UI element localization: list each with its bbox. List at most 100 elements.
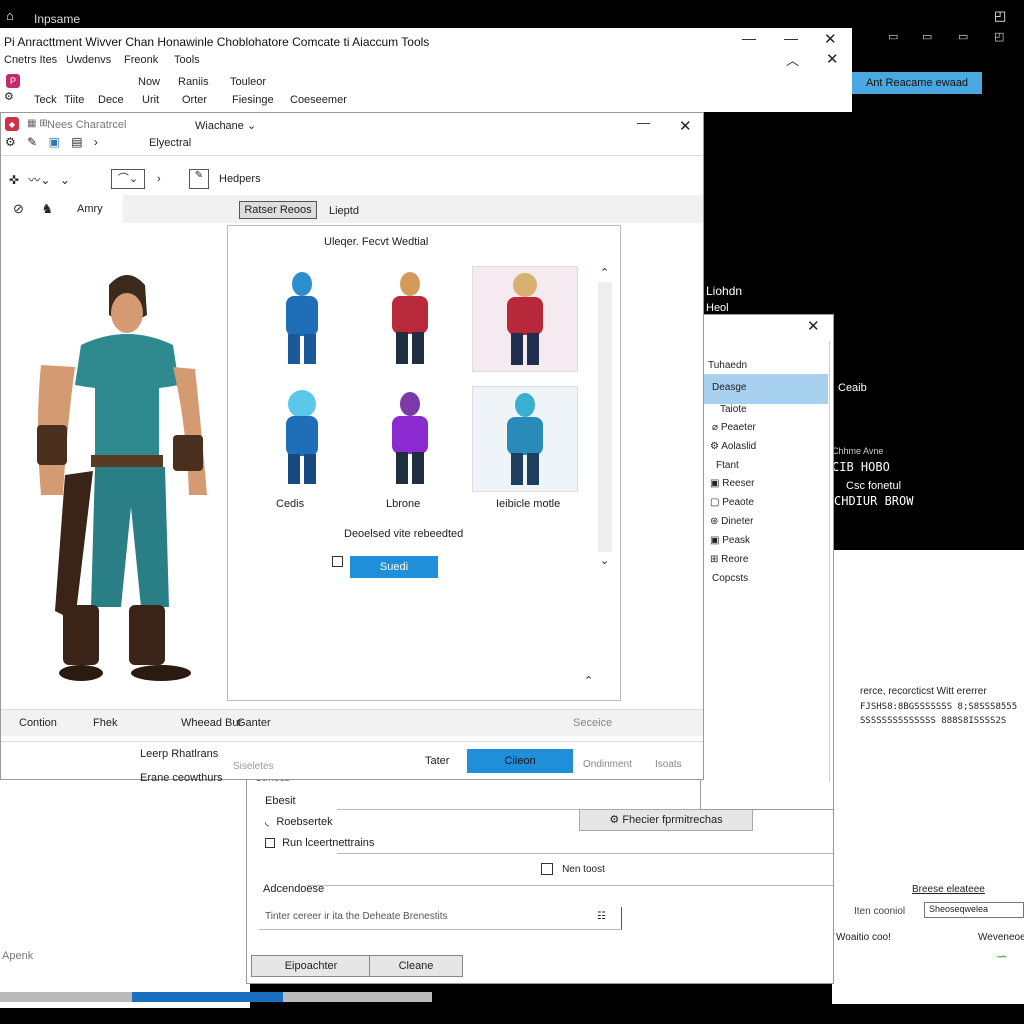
tray-window-icon[interactable]: ▭ <box>922 30 932 43</box>
tray-window-icon[interactable]: ◰ <box>994 30 1004 43</box>
maximize-icon[interactable]: — <box>784 30 798 46</box>
close-icon[interactable]: ✕ <box>807 317 820 335</box>
option-item[interactable]: ⊞ Reore <box>710 554 748 565</box>
brush-tool-icon: ⌒⌄ <box>117 173 139 185</box>
doc-row-value-box[interactable]: Sheoseqwelea <box>924 902 1024 918</box>
footer-button[interactable]: Isoats <box>655 759 682 770</box>
toolbar-label[interactable]: Teck <box>34 94 57 106</box>
thumbnail[interactable] <box>472 386 578 492</box>
checkbox-icon[interactable] <box>541 863 553 876</box>
toolbar-label[interactable]: Tiite <box>64 94 84 106</box>
checkbox-row[interactable]: Run lceertnettrains <box>265 837 374 849</box>
option-item-selected[interactable]: Deasge <box>700 374 828 404</box>
top-right-icon[interactable]: ◰ <box>994 8 1006 24</box>
field-label[interactable]: Fhek <box>93 717 117 729</box>
advanced-input[interactable]: Tinter cereer ir ita the Deheate Brenest… <box>259 907 622 930</box>
doc-link[interactable]: Breese eleateee <box>912 884 985 895</box>
primary-button[interactable]: Ciieon <box>467 749 573 773</box>
arrow-icon[interactable]: › <box>157 173 161 185</box>
dropdown[interactable]: Wiachane ⌄ <box>195 119 256 132</box>
option-item[interactable]: Ftant <box>716 460 739 471</box>
terminal-line: Chhme Avne <box>832 446 884 456</box>
app-icon[interactable]: P <box>6 74 20 88</box>
toolbar-label[interactable]: Orter <box>182 94 207 106</box>
toolbar-label[interactable]: Touleor <box>230 76 266 88</box>
minimize-icon[interactable]: — <box>742 30 756 46</box>
brush-icon[interactable]: 〰⌄ <box>28 173 50 187</box>
option-item[interactable]: ▣ Reeser <box>710 478 754 489</box>
action-button[interactable]: ⚙ Fhecier fprmitrechas <box>579 809 753 831</box>
progress-fill <box>132 992 283 1002</box>
option-item[interactable]: Taiote <box>720 404 747 415</box>
menu-item[interactable]: Cnetrs Ites <box>4 54 57 66</box>
helpers-icon[interactable]: ✎ <box>189 169 209 189</box>
person-icon[interactable]: ♞ <box>42 201 54 216</box>
footer-button[interactable]: Tater <box>425 755 449 767</box>
side-icons: ⊘ ♞ <box>13 201 53 217</box>
toolbar-label[interactable]: Coeseemer <box>290 94 347 106</box>
maximize-icon[interactable]: — <box>637 115 650 130</box>
document-icon[interactable]: ▤ <box>71 135 82 149</box>
close-icon[interactable]: ✕ <box>826 50 839 68</box>
tray-window-icon[interactable]: ▭ <box>958 30 968 43</box>
menu-item[interactable]: Tools <box>174 54 200 66</box>
radio-icon[interactable]: ◟ <box>265 816 269 828</box>
toolbar-label[interactable]: Now <box>138 76 160 88</box>
scroll-down-icon[interactable]: ⌄ <box>600 554 609 567</box>
scroll-up-icon[interactable]: ⌃ <box>600 266 609 279</box>
toolbar-label[interactable]: Raniis <box>178 76 209 88</box>
gallery-note: Deoelsed vite rebeedted <box>344 528 464 540</box>
tool-box[interactable]: ⌒⌄ <box>111 169 145 189</box>
os-back-icon[interactable]: ⌂ <box>6 8 20 23</box>
thumbnail[interactable] <box>250 386 354 490</box>
pencil-icon[interactable]: ✎ <box>27 135 37 149</box>
thumbnail[interactable] <box>250 266 354 370</box>
toolbar-icon[interactable]: ⚙ <box>4 90 14 103</box>
pose-icon[interactable]: ✜ <box>9 173 19 187</box>
option-item[interactable]: ⌀ Peaeter <box>712 422 756 433</box>
field-label[interactable]: Ganter <box>237 717 271 729</box>
right-accent-button[interactable]: Ant Reacame ewaad <box>852 72 982 94</box>
scrollbar[interactable]: ⌃ ⌄ <box>598 266 614 567</box>
settings-icon[interactable]: ⚙ <box>5 135 16 149</box>
radio-row[interactable]: ◟ Roebsertek <box>265 815 333 828</box>
progress-bar <box>0 992 432 1002</box>
advanced-label: Adcendoese <box>263 883 325 895</box>
toolbar-label[interactable]: Dece <box>98 94 124 106</box>
field-label[interactable]: Contion <box>19 717 57 729</box>
arrow-icon[interactable]: › <box>94 135 98 149</box>
option-item[interactable]: ⊛ Dineter <box>710 516 753 527</box>
tray-window-icon[interactable]: ▭ <box>888 30 898 43</box>
list-icon[interactable]: ☷ <box>597 911 606 922</box>
checkbox-icon[interactable] <box>332 556 343 567</box>
scroll-track[interactable] <box>598 282 612 552</box>
tab-other[interactable]: Lieptd <box>329 205 359 217</box>
option-item[interactable]: ▢ Peaote <box>710 497 754 508</box>
gallery-button[interactable]: Suedi <box>350 556 438 578</box>
menu-item[interactable]: Freonk <box>124 54 158 66</box>
resize-icon[interactable]: ⌃ <box>584 674 593 687</box>
close-icon[interactable]: ✕ <box>679 117 692 135</box>
lower-button-2[interactable]: Cleane <box>369 955 463 977</box>
thumbnail[interactable] <box>358 266 462 370</box>
close-icon[interactable]: ✕ <box>824 30 837 48</box>
lower-button-1[interactable]: Eipoachter <box>251 955 371 977</box>
checkbox2-row[interactable]: Nen toost <box>541 863 605 876</box>
option-item[interactable]: Copcsts <box>712 573 748 584</box>
checkbox-icon[interactable] <box>265 838 275 849</box>
image-icon[interactable]: ▣ <box>49 135 60 149</box>
field-label[interactable]: Wheead Bur <box>181 717 242 729</box>
toolbar-label[interactable]: Fiesinge <box>232 94 274 106</box>
chevron-down-icon[interactable]: ⌄ <box>60 173 70 187</box>
menu-item[interactable]: Uwdenvs <box>66 54 111 66</box>
toolbar-label[interactable]: Urit <box>142 94 159 106</box>
collapse-icon[interactable]: ︿ <box>786 50 799 69</box>
option-item[interactable]: ▣ Peask <box>710 535 750 546</box>
thumbnail[interactable] <box>358 386 462 490</box>
option-item[interactable]: ⚙ Aolaslid <box>710 441 756 452</box>
link-icon[interactable]: ⊘ <box>13 201 24 216</box>
tab-active[interactable]: Ratser Reoos <box>239 201 317 219</box>
option-item[interactable]: Tuhaedn <box>708 360 747 371</box>
footer-button[interactable]: Ondinment <box>583 759 632 770</box>
thumbnail-selected[interactable] <box>472 266 578 372</box>
